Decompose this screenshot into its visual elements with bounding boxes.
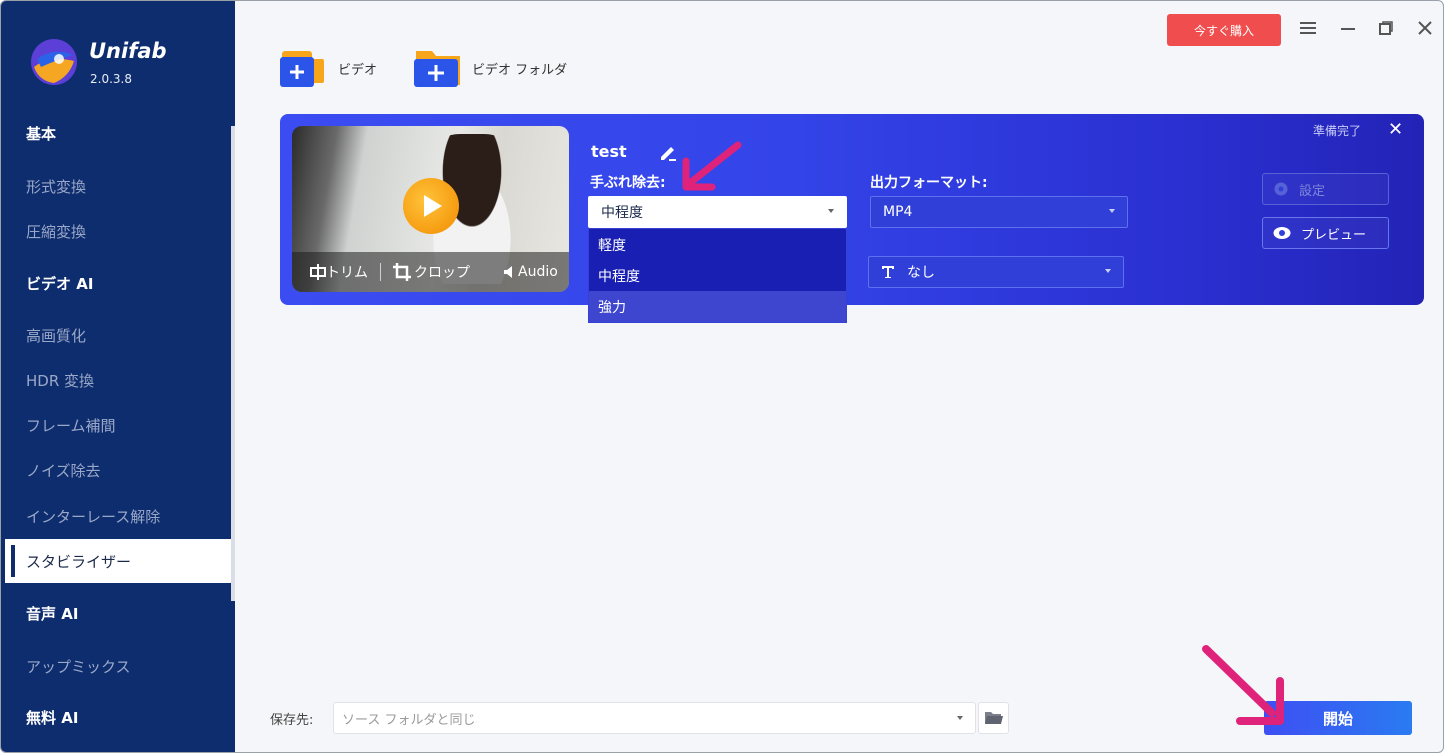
sidebar-item-label: HDR 変換 (26, 371, 95, 390)
buy-now-button[interactable]: 今すぐ購入 (1167, 14, 1281, 46)
thumbnail-toolbar: トリム クロップ Audio (292, 252, 569, 292)
add-folder-icon (414, 51, 460, 87)
sidebar-item[interactable]: 形式変換 (1, 164, 233, 208)
sidebar-item[interactable]: HDR 変換 (1, 358, 233, 402)
annotation-arrow-icon (682, 141, 742, 191)
sidebar-item-label: ノイズ除去 (26, 461, 101, 480)
close-window-icon[interactable] (1414, 17, 1436, 43)
eye-icon (1273, 227, 1291, 239)
menu-icon[interactable] (1297, 17, 1319, 43)
sidebar-item-label: 基本 (26, 124, 57, 143)
unifab-logo-icon (31, 39, 77, 85)
dropdown-option[interactable]: 中程度 (589, 260, 846, 291)
text-icon (882, 266, 894, 278)
sidebar-item[interactable]: ビデオ AI (1, 261, 233, 305)
sidebar-item-label: アップミックス (26, 657, 131, 676)
shake-removal-label: 手ぶれ除去: (590, 175, 666, 191)
shake-removal-select[interactable]: 中程度 (588, 196, 847, 228)
trim-label: トリム (326, 265, 368, 281)
add-video-icon (280, 51, 324, 87)
sidebar-item-label: 圧縮変換 (26, 222, 87, 241)
sidebar-item-label: フレーム補間 (26, 416, 116, 435)
crop-label: クロップ (414, 265, 470, 281)
play-button[interactable] (403, 178, 459, 234)
sidebar-scrollbar[interactable] (231, 126, 235, 601)
sidebar-item-label: ビデオ AI (26, 274, 94, 293)
browse-folder-button[interactable] (978, 702, 1009, 734)
sidebar-item[interactable]: 音声 AI (1, 591, 233, 635)
edit-name-icon[interactable] (658, 142, 678, 162)
add-video-button[interactable]: ビデオ (280, 46, 377, 90)
app-version: 2.0.3.8 (90, 72, 132, 86)
audio-label: Audio (518, 264, 558, 280)
sidebar-item[interactable]: 高画質化 (1, 313, 233, 357)
sidebar-item-label: 無料 AI (26, 708, 79, 727)
restore-icon[interactable] (1375, 17, 1397, 43)
preview-label: プレビュー (1301, 227, 1367, 243)
add-folder-label: ビデオ フォルダ (472, 62, 568, 78)
folder-icon (984, 712, 1003, 724)
status-text: 準備完了 (1313, 124, 1362, 138)
save-location-value: ソース フォルダと同じ (342, 712, 476, 728)
chevron-down-icon (1105, 269, 1111, 273)
settings-button[interactable]: 設定 (1262, 173, 1389, 205)
trim-icon (310, 264, 326, 280)
toolbar-divider (380, 263, 381, 281)
output-format-label: 出力フォーマット: (870, 175, 988, 191)
sidebar-item[interactable]: スタビライザー (1, 539, 233, 583)
add-video-label: ビデオ (338, 62, 378, 78)
subtitle-select[interactable]: なし (868, 256, 1124, 288)
save-location-label: 保存先: (270, 713, 314, 728)
sidebar-item-label: 音声 AI (26, 604, 79, 623)
shake-removal-value: 中程度 (601, 205, 643, 221)
chevron-down-icon (957, 716, 963, 720)
chevron-down-icon (828, 209, 834, 213)
preview-button[interactable]: プレビュー (1262, 217, 1389, 249)
video-task-card: トリム クロップ Audio test 手ぶれ除去: 中程度 軽度中程度強力 (280, 114, 1424, 323)
sidebar-item[interactable]: 圧縮変換 (1, 209, 233, 253)
sidebar-item-label: 形式変換 (26, 177, 87, 196)
sidebar-item-label: 高画質化 (26, 326, 87, 345)
sidebar-item-label: インターレース解除 (26, 507, 161, 526)
add-folder-button[interactable]: ビデオ フォルダ (414, 46, 567, 90)
crop-icon (393, 263, 411, 281)
trim-button[interactable]: トリム (310, 252, 368, 292)
file-name: test (591, 142, 627, 161)
minimize-icon[interactable] (1337, 17, 1359, 43)
dropdown-option[interactable]: 軽度 (589, 229, 846, 260)
video-thumbnail[interactable]: トリム クロップ Audio (292, 126, 569, 292)
save-location-select[interactable]: ソース フォルダと同じ (333, 702, 976, 734)
app-name: Unifab (89, 39, 167, 63)
sidebar-item-label: スタビライザー (26, 552, 132, 571)
subtitle-value: なし (907, 265, 935, 281)
app-window: Unifab 2.0.3.8 基本形式変換圧縮変換ビデオ AI 高画質化 HDR 変… (0, 0, 1444, 753)
chevron-down-icon (1109, 209, 1115, 213)
sidebar-item[interactable]: ノイズ除去 (1, 448, 233, 492)
dropdown-option[interactable]: 強力 (589, 291, 846, 322)
sidebar: Unifab 2.0.3.8 基本形式変換圧縮変換ビデオ AI 高画質化 HDR 変… (1, 1, 235, 752)
audio-button[interactable]: Audio (504, 252, 558, 292)
output-format-select[interactable]: MP4 (870, 196, 1128, 228)
settings-label: 設定 (1299, 183, 1326, 199)
sidebar-item[interactable]: 無料 AI (1, 695, 233, 739)
gear-icon (1274, 182, 1288, 196)
sidebar-item[interactable]: 基本 (1, 111, 233, 155)
sidebar-item[interactable]: アップミックス (1, 644, 233, 688)
sidebar-item[interactable]: インターレース解除 (1, 494, 233, 538)
speaker-icon (504, 266, 512, 278)
output-format-value: MP4 (883, 204, 913, 220)
annotation-arrow-icon (1202, 645, 1284, 725)
remove-task-icon[interactable]: ✕ (1388, 119, 1403, 140)
crop-button[interactable]: クロップ (393, 252, 470, 292)
sidebar-item[interactable]: フレーム補間 (1, 403, 233, 447)
shake-removal-dropdown: 軽度 中程度 強力 (588, 228, 847, 323)
